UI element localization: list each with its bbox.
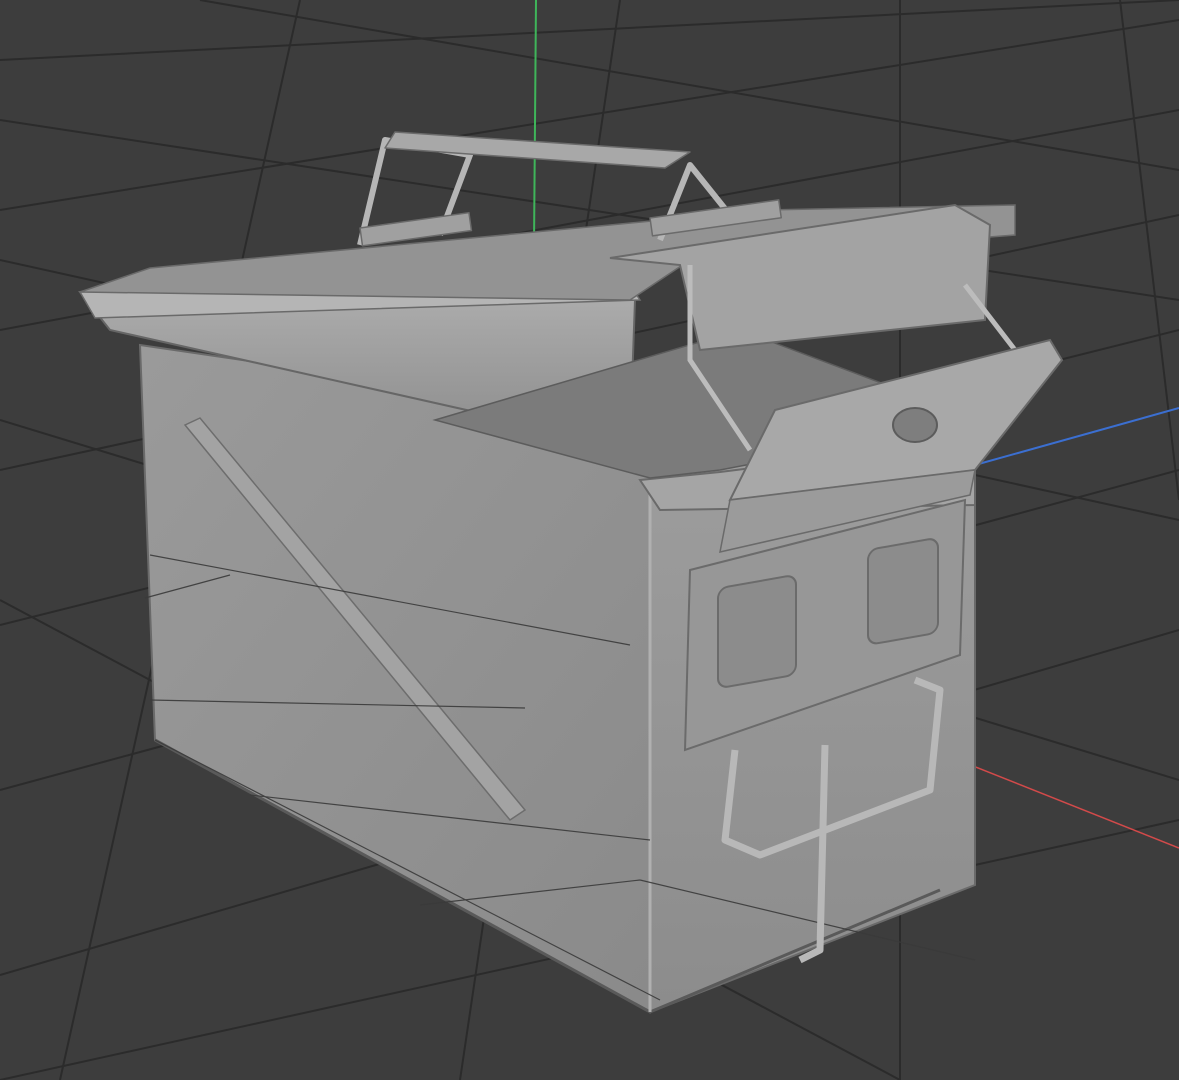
grid-line	[1119, 0, 1179, 501]
front-window-left	[717, 575, 797, 688]
3d-viewport[interactable]	[0, 0, 1179, 1080]
grid-line	[0, 0, 1179, 61]
ammo-can-model[interactable]	[78, 131, 1064, 1014]
grid-line	[0, 19, 1179, 211]
front-window-right	[867, 538, 939, 645]
viewport-canvas[interactable]	[0, 0, 1179, 1080]
latch-hole	[892, 407, 938, 443]
y-axis-line	[533, 0, 537, 246]
